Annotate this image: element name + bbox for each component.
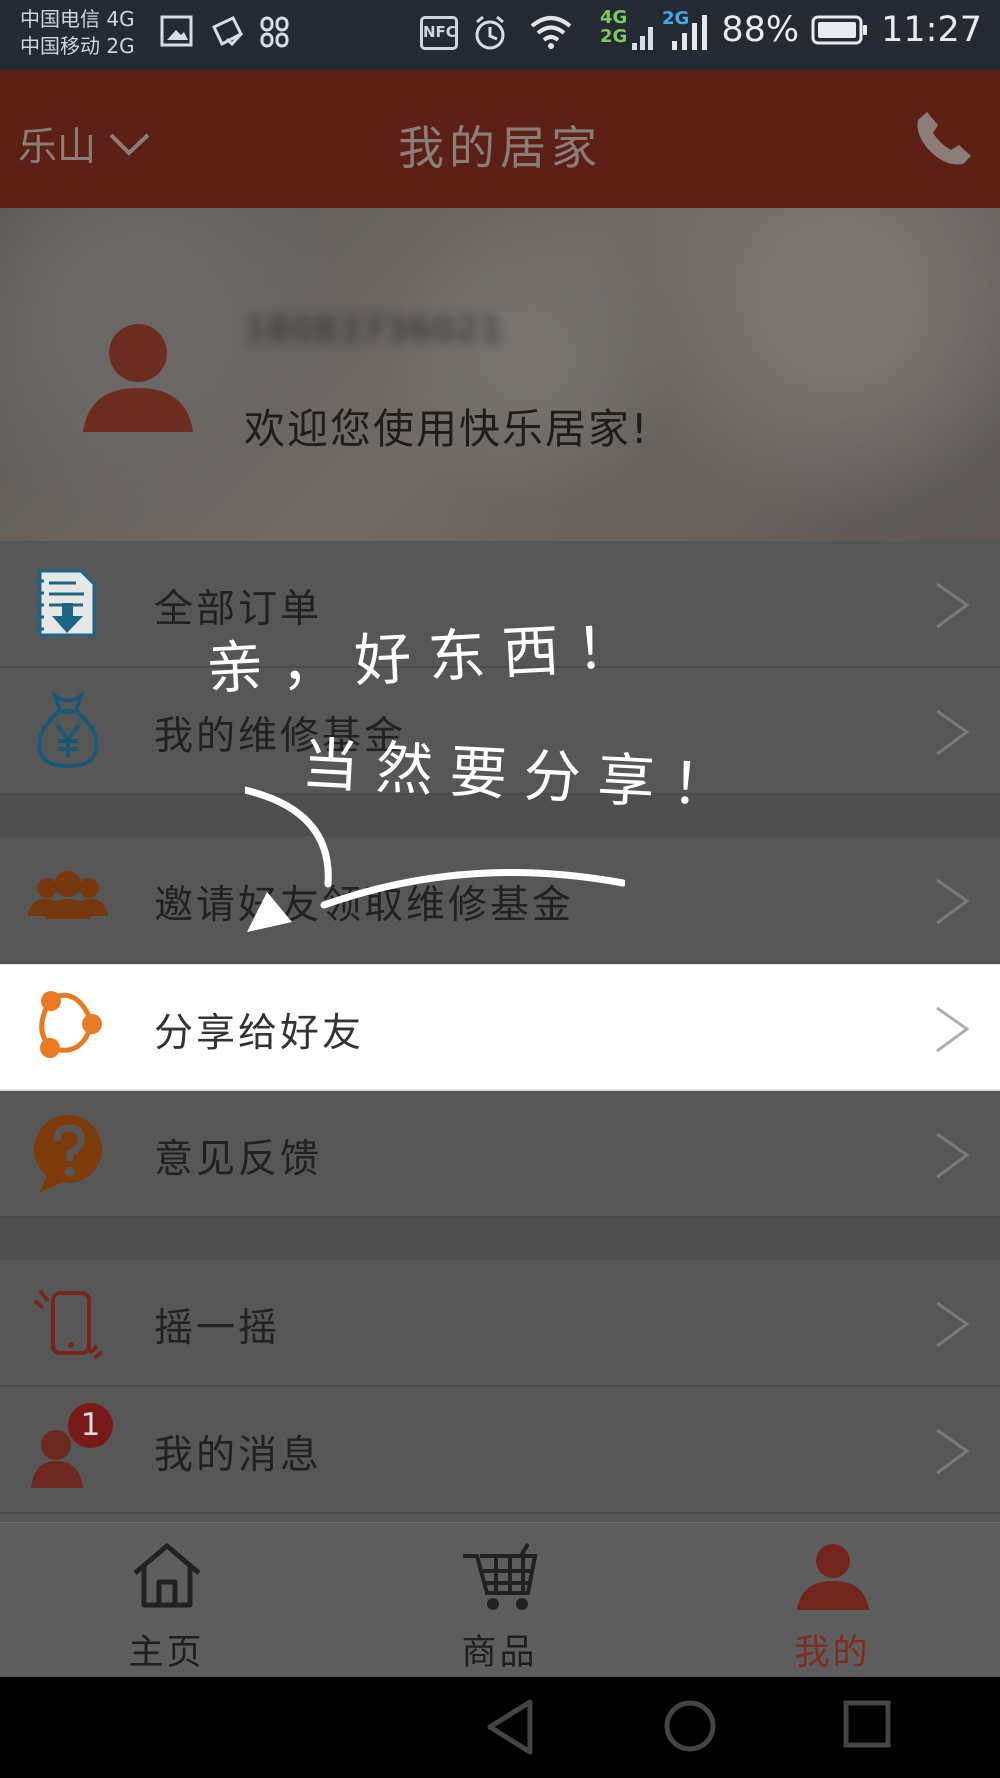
shopping-cart-icon	[462, 1542, 537, 1610]
tab-label-home: 主页	[128, 1633, 205, 1673]
menu-item-feedback[interactable]: 意见反馈	[0, 1091, 1000, 1218]
status-icons	[160, 14, 290, 48]
app-icon	[260, 16, 289, 48]
phone-icon[interactable]	[916, 108, 974, 166]
order-list-icon	[36, 569, 96, 637]
chevron-right-icon	[936, 1006, 970, 1053]
question-feedback-icon	[34, 1115, 102, 1193]
user-avatar-icon[interactable]	[80, 320, 196, 436]
share-nodes-icon	[39, 991, 102, 1058]
gallery-icon	[160, 15, 193, 47]
tab-home[interactable]: 主页	[0, 1523, 333, 1678]
bottom-tab-bar: 主页 商品 我的	[0, 1522, 1000, 1677]
menu-label-share: 分享给好友	[154, 1011, 365, 1056]
menu-item-shake[interactable]: 摇一摇	[0, 1260, 1000, 1387]
home-circle-icon[interactable]	[663, 1699, 717, 1753]
alarm-icon	[475, 15, 505, 50]
status-bar: 中国电信 4G 中国移动 2G NFC 4G 2G 2G 88% 11:27	[0, 0, 1000, 70]
nfc-icon: NFC	[420, 16, 458, 50]
app-header: 乐山 我的居家	[0, 70, 1000, 208]
user-phone: 18083736021	[244, 310, 504, 350]
welcome-message: 欢迎您使用快乐居家!	[244, 405, 650, 453]
chevron-right-icon	[936, 1132, 970, 1179]
message-count-badge: 1	[68, 1403, 113, 1448]
friends-group-icon	[28, 871, 108, 919]
page-title: 我的居家	[398, 121, 602, 175]
profile-banner: 18083736021 欢迎您使用快乐居家!	[0, 208, 1000, 541]
status-right: 88% 11:27	[721, 10, 982, 50]
menu-label-feedback: 意见反馈	[154, 1137, 323, 1182]
chevron-right-icon	[936, 878, 970, 925]
carrier-mobile: 中国移动 2G	[20, 34, 135, 58]
recent-apps-square-icon[interactable]	[842, 1699, 892, 1749]
chevron-right-icon	[936, 1301, 970, 1348]
menu-label-shake: 摇一摇	[154, 1306, 281, 1351]
signal-4g-label: 4G 2G	[600, 7, 628, 47]
user-profile-icon	[796, 1544, 869, 1610]
message-check-icon	[212, 16, 244, 47]
wifi-icon	[530, 16, 572, 49]
clock: 11:27	[881, 10, 982, 50]
back-triangle-icon[interactable]	[485, 1699, 535, 1755]
carrier-telecom: 中国电信 4G	[20, 7, 135, 31]
menu-item-messages[interactable]: 1 我的消息	[0, 1387, 1000, 1514]
chevron-right-icon	[936, 1428, 970, 1475]
carrier-info: 中国电信 4G 中国移动 2G	[20, 6, 135, 60]
shake-phone-icon	[33, 1289, 104, 1360]
menu-label-messages: 我的消息	[154, 1433, 323, 1478]
chevron-right-icon	[936, 582, 970, 629]
dual-signal-icon	[632, 15, 707, 50]
section-divider	[0, 1218, 1000, 1260]
money-bag-icon	[37, 691, 99, 769]
chevron-right-icon	[936, 709, 970, 756]
tab-label-mine: 我的	[794, 1633, 871, 1673]
tab-label-products: 商品	[461, 1633, 538, 1673]
tab-products[interactable]: 商品	[333, 1523, 666, 1678]
battery-percent: 88%	[721, 10, 800, 50]
menu-item-share[interactable]: 分享给好友	[0, 964, 1000, 1091]
android-navigation-bar	[0, 1677, 1000, 1778]
tab-mine[interactable]: 我的	[666, 1523, 999, 1678]
battery-icon	[811, 15, 868, 45]
home-icon	[132, 1543, 201, 1608]
